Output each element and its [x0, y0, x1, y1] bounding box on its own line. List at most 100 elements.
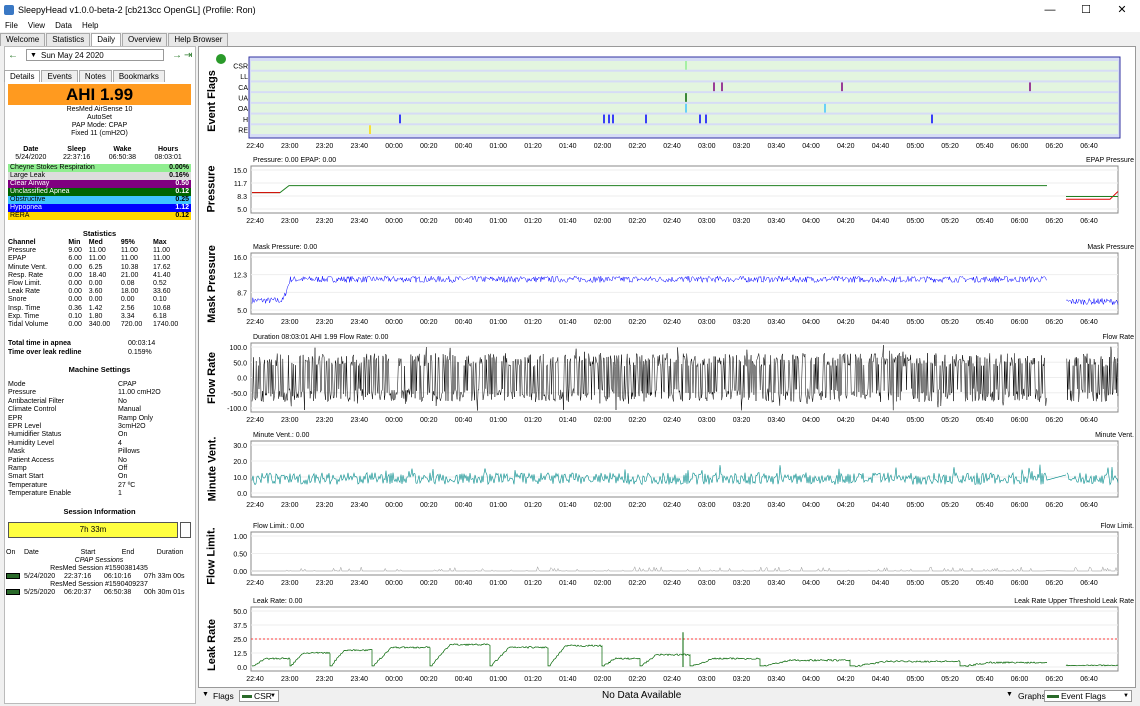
session-timeline-handle[interactable]	[180, 522, 191, 538]
title-bar: SleepyHead v1.0.0-beta-2 [cb213cc OpenGL…	[0, 0, 1140, 19]
graph-ylabel-text: Mask Pressure	[206, 245, 219, 323]
menu-help[interactable]: Help	[77, 19, 103, 32]
tab-events[interactable]: Events	[41, 70, 78, 82]
flags-dropdown-icon[interactable]: ▼	[202, 691, 209, 698]
setting-value: No	[118, 456, 127, 464]
machine-settings-title: Machine Settings	[68, 365, 131, 374]
setting-label: Ramp	[8, 465, 27, 473]
flags-label: Flags	[213, 691, 234, 701]
session-list-header: On Date Start End Duration	[6, 549, 192, 557]
machine-setting-row: Mode CPAP	[8, 381, 191, 389]
close-button[interactable]: ✕	[1104, 0, 1140, 19]
event-name: Clear Airway	[10, 180, 50, 187]
stats-row: Flow Limit. 0.00 0.00 0.08 0.52	[8, 280, 191, 288]
setting-value: 27 ºC	[118, 481, 136, 489]
tab-details[interactable]: Details	[4, 70, 41, 82]
menu-file[interactable]: File	[0, 19, 23, 32]
stats-cell: 6.25	[88, 263, 103, 271]
summary-header: Date Sleep Wake Hours	[8, 146, 191, 153]
graph-ylabel-text: Flow Limit.	[206, 527, 219, 585]
device-model: AutoSet	[87, 114, 112, 121]
setting-value: On	[118, 473, 128, 481]
setting-label: Temperature Enable	[8, 490, 72, 498]
stats-header: Min	[68, 239, 81, 246]
event-row: Large Leak 0.16%	[8, 172, 191, 180]
setting-value: Manual	[118, 406, 141, 414]
session-duration: 07h 33m 00s	[144, 573, 185, 580]
stats-row: Leak Rate 0.00 3.60 18.00 33.60	[8, 288, 191, 296]
detail-tabs: Details Events Notes Bookmarks	[4, 70, 194, 82]
ahi-banner: AHI 1.99	[8, 84, 191, 105]
graphs-dropdown-icon[interactable]: ▼	[1006, 691, 1013, 698]
stats-cell: 10.38	[120, 263, 139, 271]
event-row: Clear Airway 0.50	[8, 180, 191, 188]
session-start: 06:20:37	[64, 589, 92, 596]
setting-value: 11.00 cmH2O	[118, 389, 161, 397]
session-enabled-toggle[interactable]	[6, 573, 24, 581]
summary-header-sleep: Sleep	[67, 146, 86, 153]
machine-settings-list: Mode CPAP Pressure 11.00 cmH2O Antibacterial…	[8, 381, 191, 499]
tab-help-browser[interactable]: Help Browser	[168, 33, 229, 46]
next-day-arrow-icon[interactable]: →	[172, 50, 182, 61]
tab-bookmarks[interactable]: Bookmarks	[112, 70, 165, 82]
total-row: Time over leak redline 0.159%	[8, 348, 191, 357]
stats-cell: 11.00	[120, 247, 138, 255]
summary-date: 5/24/2020	[15, 154, 47, 161]
flags-select[interactable]: CSR ▼	[239, 690, 279, 702]
tab-notes[interactable]: Notes	[78, 70, 112, 82]
stats-cell: Resp. Rate	[8, 271, 44, 279]
graphs-select[interactable]: Event Flags ▼	[1044, 690, 1132, 702]
stats-row: Resp. Rate 0.00 18.40 21.00 41.40	[8, 272, 191, 280]
graph-ylabel-text: Pressure	[206, 164, 218, 213]
prev-day-arrow-icon[interactable]: ←	[8, 50, 18, 61]
session-duration: 00h 30m 01s	[144, 589, 185, 596]
graph-ylabel-mask: Mask Pressure	[200, 244, 224, 324]
total-label: Time over leak redline	[8, 349, 82, 356]
machine-setting-row: EPR Ramp Only	[8, 415, 191, 423]
main-tabs: Welcome Statistics Daily Overview Help B…	[0, 33, 232, 46]
stats-cell: Flow Limit.	[8, 280, 42, 288]
machine-setting-row: EPR Level 3cmH2O	[8, 423, 191, 431]
setting-label: EPR	[8, 414, 23, 422]
window-title: SleepyHead v1.0.0-beta-2 [cb213cc OpenGL…	[18, 4, 256, 15]
session-enabled-toggle[interactable]	[6, 589, 24, 597]
last-day-arrow-icon[interactable]: ⇥	[184, 50, 192, 61]
stats-cell: 720.00	[120, 321, 143, 329]
session-timeline-bar[interactable]: 7h 33m	[8, 522, 178, 538]
event-value: 0.12	[175, 188, 189, 195]
stats-cell: 18.40	[88, 271, 107, 279]
tab-welcome[interactable]: Welcome	[0, 33, 46, 46]
tab-statistics[interactable]: Statistics	[46, 33, 91, 46]
graph-ylabel-mv: Minute Vent.	[200, 430, 224, 508]
stats-cell: 0.08	[120, 280, 135, 288]
stats-cell: Tidal Volume	[8, 321, 49, 329]
event-row: RERA 0.12	[8, 212, 191, 220]
maximize-button[interactable]: ☐	[1068, 0, 1104, 19]
tab-overview[interactable]: Overview	[122, 33, 168, 46]
stats-cell: 0.00	[88, 296, 103, 304]
stats-header: 95%	[120, 239, 135, 246]
setting-label: Mode	[8, 381, 26, 388]
setting-value: Ramp Only	[118, 414, 154, 422]
stats-cell: 2.56	[120, 304, 135, 312]
stats-row: EPAP 6.00 11.00 11.00 11.00	[8, 255, 191, 263]
minimize-button[interactable]: —	[1032, 0, 1068, 19]
stats-cell: 11.00	[88, 255, 106, 263]
setting-value: Off	[118, 465, 128, 473]
session-row[interactable]: 5/24/2020 22:37:16 06:10:16 07h 33m 00s	[6, 573, 192, 581]
graphs-label: Graphs	[1018, 691, 1046, 701]
session-date: 5/24/2020	[24, 573, 56, 580]
session-row[interactable]: 5/25/2020 06:20:37 06:50:38 00h 30m 01s	[6, 589, 192, 597]
summary-header-hours: Hours	[158, 146, 179, 153]
setting-value: 1	[118, 490, 122, 498]
menu-data[interactable]: Data	[50, 19, 77, 32]
stats-cell: 3.34	[120, 312, 135, 320]
session-end: 06:50:38	[104, 589, 132, 596]
stats-cell: Snore	[8, 296, 27, 304]
menu-view[interactable]: View	[23, 19, 50, 32]
stats-row: Snore 0.00 0.00 0.00 0.10	[8, 296, 191, 304]
date-picker[interactable]: ▼ Sun May 24 2020	[26, 49, 164, 61]
session-info-title: Session Information	[63, 507, 136, 516]
tab-daily[interactable]: Daily	[91, 33, 121, 46]
session-name: ResMed Session #1590409237	[50, 581, 148, 588]
